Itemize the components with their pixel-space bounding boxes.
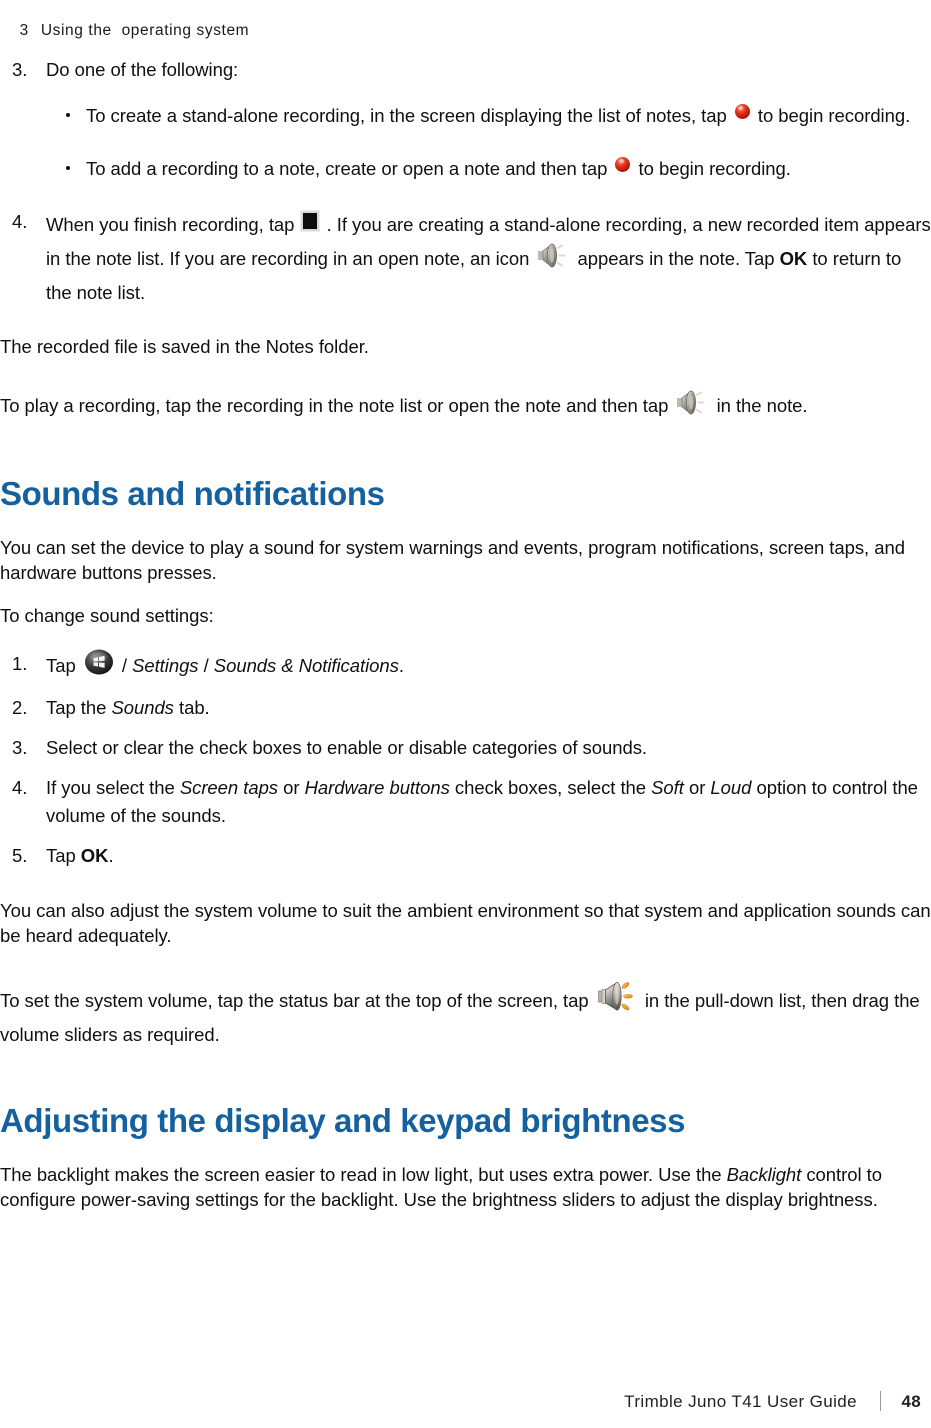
speaker-gray-icon — [536, 241, 570, 271]
step-3-text: Do one of the following: — [46, 59, 239, 80]
sound-step-1-marker: 1. — [12, 653, 28, 674]
bullet-add-recording-to-note: To add a recording to a note, create or … — [0, 155, 931, 182]
sound-step-1-slash1: / — [121, 655, 127, 676]
paragraph-sounds-leadin: To change sound settings: — [0, 605, 214, 626]
sound-step-1-settings: Settings — [132, 655, 199, 676]
windows-start-icon — [84, 647, 114, 677]
sound-step-5: 5. Tap OK. — [0, 842, 931, 870]
sound-step-2-em: Sounds — [111, 697, 174, 719]
footer-guide-name: Trimble Juno T41 User Guide — [624, 1392, 858, 1411]
sound-step-5-marker: 5. — [12, 845, 28, 867]
sound-step-2: 2. Tap the Sounds tab. — [0, 694, 931, 722]
sound-step-1: 1. Tap / Settings / Sounds & Notificatio… — [0, 647, 931, 682]
sound-step-4-em-soft: Soft — [651, 777, 684, 799]
step-3-marker: 3. — [12, 59, 28, 80]
paragraph-set-volume: To set the system volume, tap the status… — [0, 981, 931, 1052]
bullet-text-after: to begin recording. — [757, 105, 911, 126]
running-header: 3 Using the operating system — [0, 4, 249, 58]
document-page: 3 Using the operating system 3. Do one of… — [0, 0, 931, 1428]
bullet-standalone-recording: To create a stand-alone recording, in th… — [0, 102, 931, 129]
bullet-text-after: to begin recording. — [638, 158, 791, 179]
record-icon — [734, 103, 750, 119]
step-4-text-part1: When you finish recording, tap — [46, 214, 295, 235]
sound-step-4-em-loud: Loud — [710, 777, 752, 799]
sound-step-4-marker: 4. — [12, 777, 28, 799]
page-content: 3. Do one of the following: To create a … — [0, 56, 931, 1230]
sound-step-4-em-screen-taps: Screen taps — [179, 777, 279, 799]
sound-step-5-ok: OK — [80, 845, 109, 867]
sound-step-1-pre: Tap — [46, 655, 76, 676]
recording-steps-list-cont: 4. When you finish recording, tap . If y… — [0, 208, 931, 310]
sound-step-4-pre: If you select the — [46, 777, 175, 799]
step-4-text-part3: appears in the note. Tap — [577, 248, 775, 269]
sound-step-1-post: . — [398, 655, 404, 676]
step-4: 4. When you finish recording, tap . If y… — [0, 208, 931, 310]
sound-step-2-marker: 2. — [12, 697, 28, 719]
bullet-dot-icon — [66, 166, 70, 170]
speaker-orange-icon — [597, 979, 637, 1015]
sound-step-1-sounds-notifications: Sounds & Notifications — [213, 655, 399, 676]
sound-settings-steps: 1. Tap / Settings / Sounds & Notificatio… — [0, 647, 931, 870]
sound-step-5-pre: Tap — [46, 845, 76, 867]
page-footer: Trimble Juno T41 User Guide 48 — [0, 1391, 931, 1412]
paragraph-saved-note: The recorded file is saved in the Notes … — [0, 336, 369, 357]
sound-step-2-post: tab. — [178, 697, 210, 719]
sound-step-4-mid1: or — [283, 777, 300, 799]
recording-steps-list: 3. Do one of the following: — [0, 56, 931, 84]
brightness-body-pre: The backlight makes the screen easier to… — [0, 1164, 722, 1186]
play-recording-text-after: in the note. — [716, 395, 808, 416]
paragraph-play-recording: To play a recording, tap the recording i… — [0, 389, 931, 423]
heading-adjusting-brightness: Adjusting the display and keypad brightn… — [0, 1102, 686, 1140]
sound-step-3: 3. Select or clear the check boxes to en… — [0, 734, 931, 762]
bullet-text-before: To create a stand-alone recording, in th… — [86, 105, 727, 126]
step-4-marker: 4. — [12, 211, 28, 232]
brightness-body-em: Backlight — [726, 1164, 802, 1186]
chapter-title: Using the operating system — [40, 22, 250, 39]
ok-label: OK — [779, 248, 808, 269]
sound-step-2-pre: Tap the — [46, 697, 107, 719]
sound-step-4-em-hardware-buttons: Hardware buttons — [304, 777, 450, 799]
bullet-text-before: To add a recording to a note, create or … — [86, 158, 608, 179]
play-recording-text-before: To play a recording, tap the recording i… — [0, 395, 669, 416]
sound-step-5-post: . — [108, 845, 114, 867]
sound-step-3-marker: 3. — [12, 737, 28, 759]
footer-page-number: 48 — [901, 1392, 921, 1411]
stop-icon — [301, 211, 320, 232]
sound-step-4: 4. If you select the Screen taps or Hard… — [0, 774, 931, 830]
footer-divider — [879, 1391, 881, 1411]
step-3: 3. Do one of the following: — [0, 56, 931, 84]
paragraph-brightness-body: The backlight makes the screen easier to… — [0, 1162, 931, 1212]
paragraph-sounds-intro: You can set the device to play a sound f… — [0, 537, 905, 583]
paragraph-volume-note: You can also adjust the system volume to… — [0, 900, 931, 947]
bullet-dot-icon — [66, 113, 70, 117]
record-icon — [615, 156, 631, 172]
sound-step-3-text: Select or clear the check boxes to enabl… — [46, 737, 647, 759]
chapter-number: 3 — [19, 22, 29, 39]
speaker-gray-icon — [675, 388, 709, 418]
recording-bullets: To create a stand-alone recording, in th… — [0, 102, 931, 182]
sound-step-4-mid3: or — [688, 777, 706, 799]
heading-sounds-and-notifications: Sounds and notifications — [0, 475, 385, 512]
sound-step-1-slash2: / — [203, 655, 209, 676]
sound-step-4-mid2: check boxes, select the — [454, 777, 647, 799]
set-volume-text-before: To set the system volume, tap the status… — [0, 990, 589, 1012]
